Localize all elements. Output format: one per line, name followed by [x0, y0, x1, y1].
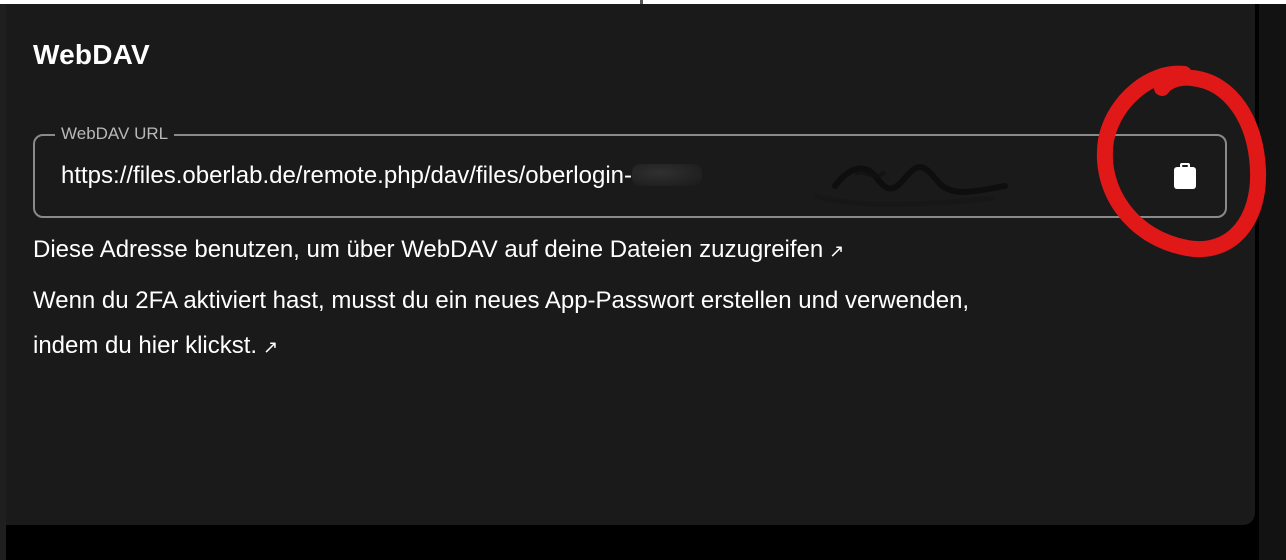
webdav-settings-panel: WebDAV WebDAV URL https://files.oberlab.…: [6, 4, 1255, 525]
url-field-value-row[interactable]: https://files.oberlab.de/remote.php/dav/…: [61, 162, 702, 190]
screenshot-stage: WebDAV WebDAV URL https://files.oberlab.…: [0, 0, 1286, 560]
redacted-username: [632, 164, 702, 186]
url-field-label: WebDAV URL: [55, 122, 175, 146]
arrow-up-right-icon: ↗: [263, 337, 279, 357]
redaction-scribble: [814, 164, 1008, 207]
app-password-info-line-1: Wenn du 2FA aktiviert hast, musst du ein…: [33, 287, 970, 314]
webdav-info-line-1[interactable]: Diese Adresse benutzen, um über WebDAV a…: [33, 236, 844, 264]
webdav-info-text: Diese Adresse benutzen, um über WebDAV a…: [33, 236, 824, 263]
app-password-link[interactable]: indem du hier klickst. ↗: [33, 332, 278, 360]
right-edge: [1259, 4, 1286, 560]
arrow-up-right-icon: ↗: [829, 241, 845, 261]
app-password-link-text[interactable]: indem du hier klickst.: [33, 332, 257, 359]
url-field-value[interactable]: https://files.oberlab.de/remote.php/dav/…: [61, 162, 632, 189]
section-title: WebDAV: [33, 39, 150, 70]
copy-url-button[interactable]: [1167, 158, 1203, 194]
clipboard-icon: [1174, 163, 1196, 189]
webdav-url-field[interactable]: WebDAV URL https://files.oberlab.de/remo…: [33, 122, 1227, 218]
